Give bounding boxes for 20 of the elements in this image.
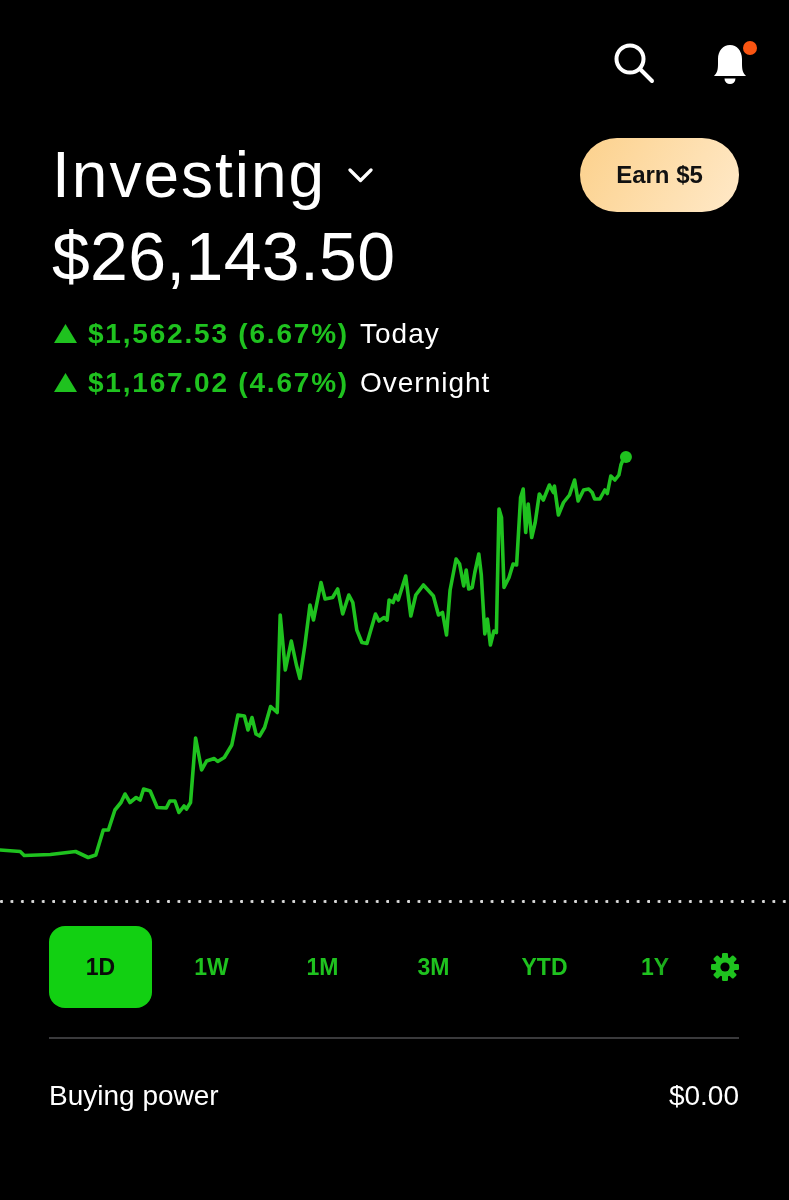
time-range-tab[interactable]: 1D [49, 926, 152, 1008]
change-amount: $1,562.53 (6.67%) [88, 317, 349, 350]
chevron-down-icon [348, 167, 374, 183]
time-range-tab[interactable]: YTD [493, 926, 596, 1008]
search-icon[interactable] [613, 42, 655, 84]
change-amount: $1,167.02 (4.67%) [88, 366, 349, 399]
account-dropdown[interactable]: Investing [52, 138, 374, 212]
buying-power-label: Buying power [49, 1079, 219, 1113]
time-range-tab[interactable]: 1M [271, 926, 374, 1008]
time-range-tab[interactable]: 1W [160, 926, 263, 1008]
time-range-tab[interactable]: 3M [382, 926, 485, 1008]
buying-power-value: $0.00 [668, 1079, 739, 1113]
change-period: Overnight [360, 366, 491, 399]
triangle-up-icon [54, 324, 77, 343]
settings-icon[interactable] [711, 953, 739, 981]
triangle-up-icon [54, 373, 77, 392]
earn-reward-button[interactable]: Earn $5 [580, 138, 739, 212]
change-period: Today [360, 317, 440, 350]
time-range-tab[interactable]: 1Y [604, 926, 696, 1008]
portfolio-value: $26,143.50 [52, 217, 397, 296]
